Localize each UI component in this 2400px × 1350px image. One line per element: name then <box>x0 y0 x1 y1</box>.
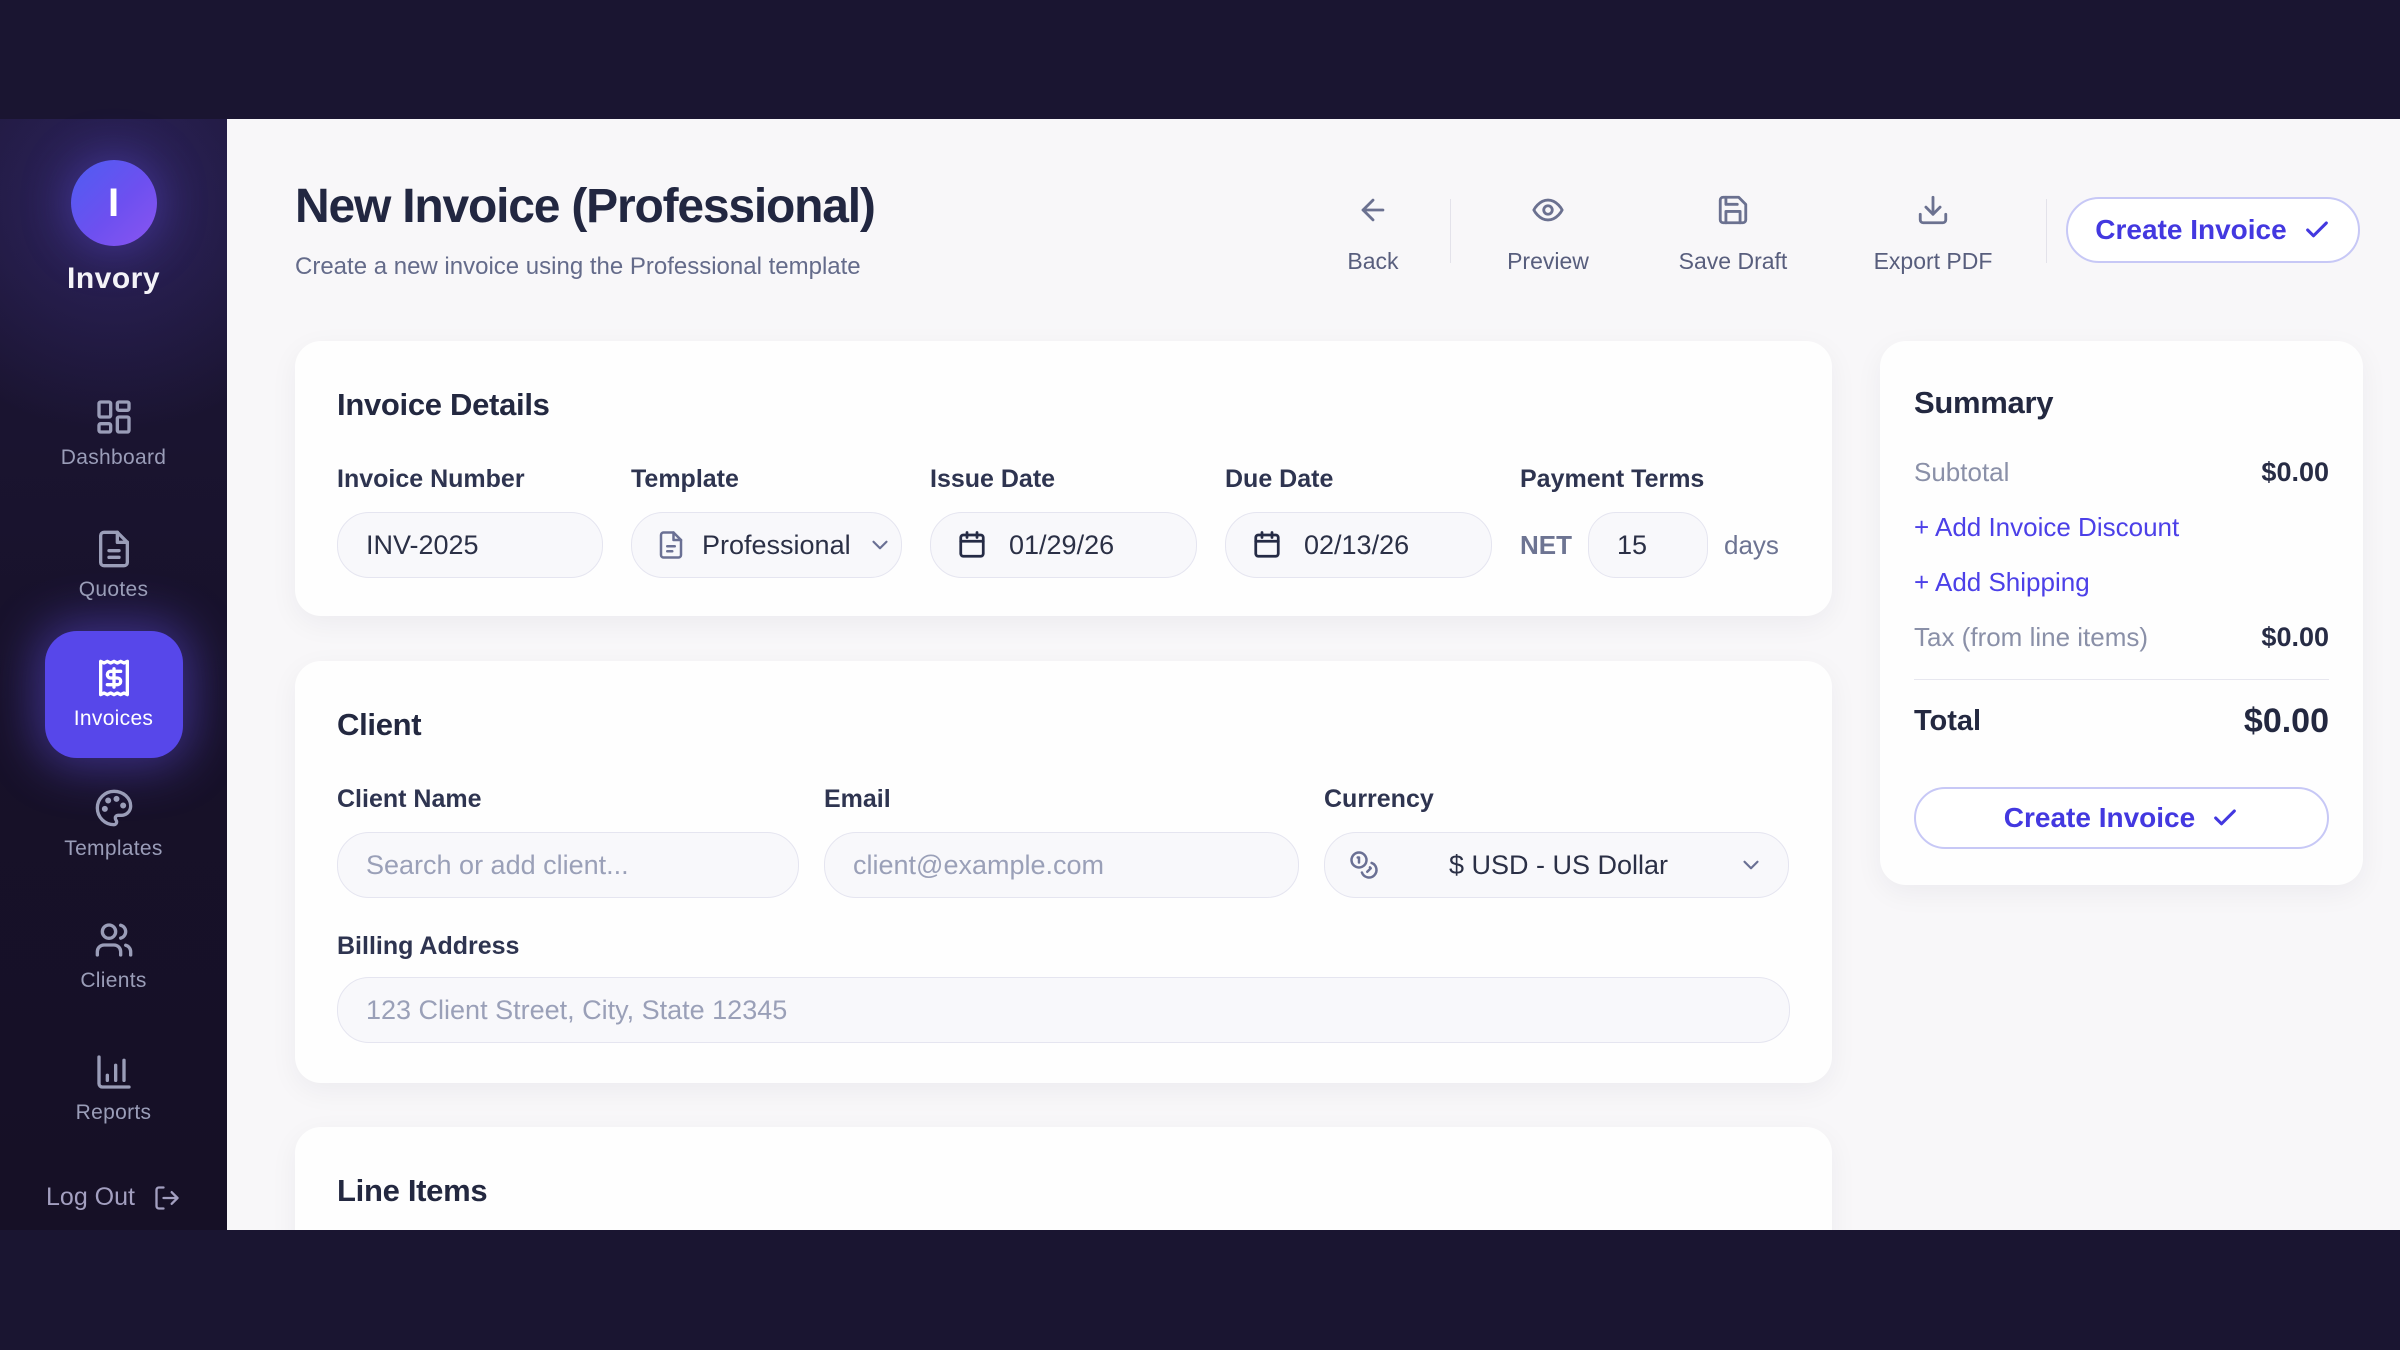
total-label: Total <box>1914 705 1981 738</box>
app-name: Invory <box>0 262 227 296</box>
template-label: Template <box>631 465 902 494</box>
sidebar-item-templates[interactable]: Templates <box>45 758 183 890</box>
sidebar-item-invoices[interactable]: Invoices <box>45 631 183 758</box>
sidebar-item-quotes[interactable]: Quotes <box>45 499 183 631</box>
summary-heading: Summary <box>1914 385 2329 421</box>
export-pdf-button[interactable]: Export PDF <box>1853 193 2013 275</box>
preview-label: Preview <box>1507 248 1589 275</box>
subtotal-row: Subtotal $0.00 <box>1914 457 2329 488</box>
subtotal-value: $0.00 <box>2261 457 2329 488</box>
due-date-value: 02/13/26 <box>1304 530 1409 561</box>
issue-date-input[interactable]: 01/29/26 <box>930 512 1197 578</box>
email-label: Email <box>824 785 1299 814</box>
template-file-icon <box>656 530 686 560</box>
add-shipping-link[interactable]: + Add Shipping <box>1914 567 2329 598</box>
logout-button[interactable]: Log Out <box>0 1183 227 1212</box>
line-items-card: Line Items <box>295 1127 1832 1230</box>
bar-chart-icon <box>94 1052 134 1092</box>
tax-value: $0.00 <box>2261 622 2329 653</box>
payment-terms-prefix: NET <box>1520 530 1572 561</box>
app-logo: I <box>71 160 157 246</box>
sidebar-item-label: Reports <box>76 1101 152 1125</box>
create-invoice-label: Create Invoice <box>2095 214 2286 246</box>
invoice-details-heading: Invoice Details <box>337 387 1790 423</box>
tax-row: Tax (from line items) $0.00 <box>1914 622 2329 653</box>
issue-date-label: Issue Date <box>930 465 1197 494</box>
summary-card: Summary Subtotal $0.00 + Add Invoice Dis… <box>1880 341 2363 885</box>
billing-address-label: Billing Address <box>337 932 1790 961</box>
client-card: Client Client Name Email Currency $ USD … <box>295 661 1832 1083</box>
payment-terms-suffix: days <box>1724 530 1779 561</box>
quote-document-icon <box>94 529 134 569</box>
save-icon <box>1716 193 1750 227</box>
invoice-number-label: Invoice Number <box>337 465 603 494</box>
chevron-down-icon <box>867 532 893 558</box>
logout-label: Log Out <box>46 1183 135 1212</box>
add-invoice-discount-link[interactable]: + Add Invoice Discount <box>1914 512 2329 543</box>
back-button[interactable]: Back <box>1323 193 1423 275</box>
create-invoice-button-header[interactable]: Create Invoice <box>2066 197 2360 263</box>
sidebar-item-dashboard[interactable]: Dashboard <box>45 367 183 499</box>
sidebar-item-label: Invoices <box>74 707 153 731</box>
page-title: New Invoice (Professional) <box>295 179 875 234</box>
create-invoice-label: Create Invoice <box>2004 802 2195 834</box>
download-icon <box>1916 193 1950 227</box>
sidebar: I Invory Dashboard Quotes Invoices Templ… <box>0 119 227 1230</box>
page-subtitle: Create a new invoice using the Professio… <box>295 253 861 281</box>
template-select[interactable]: Professional <box>631 512 902 578</box>
check-icon <box>2303 216 2331 244</box>
sidebar-item-clients[interactable]: Clients <box>45 890 183 1022</box>
sidebar-item-label: Clients <box>80 969 146 993</box>
template-value: Professional <box>702 530 851 561</box>
currency-select[interactable]: $ USD - US Dollar <box>1324 832 1789 898</box>
create-invoice-button-summary[interactable]: Create Invoice <box>1914 787 2329 849</box>
summary-divider <box>1914 679 2329 680</box>
sidebar-item-reports[interactable]: Reports <box>45 1022 183 1154</box>
tax-label: Tax (from line items) <box>1914 622 2148 653</box>
dashboard-grid-icon <box>94 397 134 437</box>
palette-icon <box>94 788 134 828</box>
sidebar-item-label: Templates <box>64 837 162 861</box>
chevron-down-icon <box>1738 852 1764 878</box>
export-pdf-label: Export PDF <box>1874 248 1993 275</box>
receipt-dollar-icon <box>94 658 134 698</box>
calendar-icon <box>1252 530 1282 560</box>
coins-icon <box>1349 850 1379 880</box>
save-draft-button[interactable]: Save Draft <box>1663 193 1803 275</box>
logout-icon <box>153 1184 181 1212</box>
due-date-label: Due Date <box>1225 465 1492 494</box>
line-items-heading: Line Items <box>337 1173 1790 1209</box>
client-name-input[interactable] <box>337 832 799 898</box>
back-label: Back <box>1347 248 1398 275</box>
sidebar-item-label: Quotes <box>79 578 149 602</box>
currency-value: $ USD - US Dollar <box>1395 850 1722 881</box>
users-icon <box>94 920 134 960</box>
preview-button[interactable]: Preview <box>1488 193 1608 275</box>
sidebar-nav: Dashboard Quotes Invoices Templates Clie… <box>0 367 227 1154</box>
email-input[interactable] <box>824 832 1299 898</box>
check-icon <box>2211 804 2239 832</box>
billing-address-input[interactable] <box>337 977 1790 1043</box>
subtotal-label: Subtotal <box>1914 457 2009 488</box>
arrow-left-icon <box>1356 193 1390 227</box>
eye-icon <box>1531 193 1565 227</box>
invoice-details-card: Invoice Details Invoice Number Template … <box>295 341 1832 616</box>
issue-date-value: 01/29/26 <box>1009 530 1114 561</box>
payment-terms-input[interactable] <box>1588 512 1708 578</box>
currency-label: Currency <box>1324 785 1789 814</box>
sidebar-item-label: Dashboard <box>61 446 166 470</box>
calendar-icon <box>957 530 987 560</box>
payment-terms-label: Payment Terms <box>1520 465 1790 494</box>
header-divider <box>2046 199 2047 263</box>
due-date-input[interactable]: 02/13/26 <box>1225 512 1492 578</box>
header-divider <box>1450 199 1451 263</box>
save-draft-label: Save Draft <box>1679 248 1788 275</box>
invoice-number-input[interactable] <box>337 512 603 578</box>
logo-letter: I <box>108 181 119 226</box>
total-row: Total $0.00 <box>1914 702 2329 741</box>
client-name-label: Client Name <box>337 785 799 814</box>
total-value: $0.00 <box>2244 702 2329 741</box>
client-heading: Client <box>337 707 1790 743</box>
main-panel: New Invoice (Professional) Create a new … <box>227 119 2400 1230</box>
